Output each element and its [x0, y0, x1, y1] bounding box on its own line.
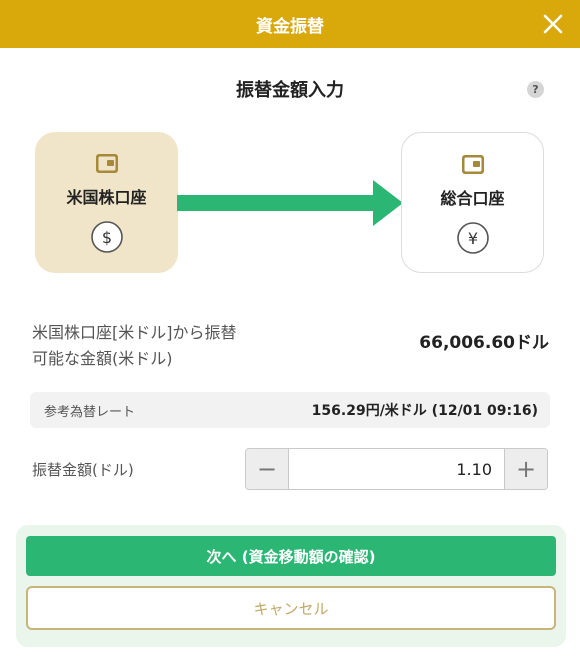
transfer-arrow: [177, 180, 403, 226]
wallet-icon: [95, 154, 118, 173]
svg-text:¥: ¥: [467, 229, 477, 248]
exchange-rate-label: 参考為替レート: [44, 405, 136, 420]
yen-icon: ¥: [456, 222, 489, 254]
action-footer: 次へ (資金移動額の確認) キャンセル: [16, 525, 566, 647]
available-label-line2: 可能な金額(米ドル): [32, 349, 173, 368]
from-account-name: 米国株口座: [66, 188, 147, 207]
available-label-line1: 米国株口座[米ドル]から振替: [32, 323, 237, 342]
dialog-title: 資金振替: [256, 16, 324, 37]
transfer-amount-stepper: − +: [245, 448, 548, 490]
to-account-name: 総合口座: [440, 189, 505, 208]
from-account-card: 米国株口座 $: [35, 132, 178, 273]
available-amount-label: 米国株口座[米ドル]から振替 可能な金額(米ドル): [32, 320, 282, 372]
available-amount-value: 66,006.60ドル: [419, 333, 549, 353]
exchange-rate-value: 156.29円/米ドル (12/01 09:16): [311, 403, 538, 419]
wallet-icon: [461, 155, 484, 174]
to-account-card: 総合口座 ¥: [401, 132, 544, 273]
help-icon[interactable]: ?: [527, 81, 544, 98]
dollar-icon: $: [90, 221, 123, 253]
increment-button[interactable]: +: [504, 449, 547, 489]
close-icon[interactable]: [540, 11, 566, 37]
next-button[interactable]: 次へ (資金移動額の確認): [26, 536, 556, 576]
dialog-header: 資金振替: [0, 0, 580, 48]
exchange-rate-box: 参考為替レート 156.29円/米ドル (12/01 09:16): [30, 392, 550, 428]
cancel-button[interactable]: キャンセル: [26, 586, 556, 630]
transfer-amount-label: 振替金額(ドル): [32, 461, 134, 479]
transfer-amount-input[interactable]: [289, 449, 504, 489]
svg-text:$: $: [101, 228, 111, 247]
decrement-button[interactable]: −: [246, 449, 289, 489]
page-title: 振替金額入力: [236, 80, 344, 101]
